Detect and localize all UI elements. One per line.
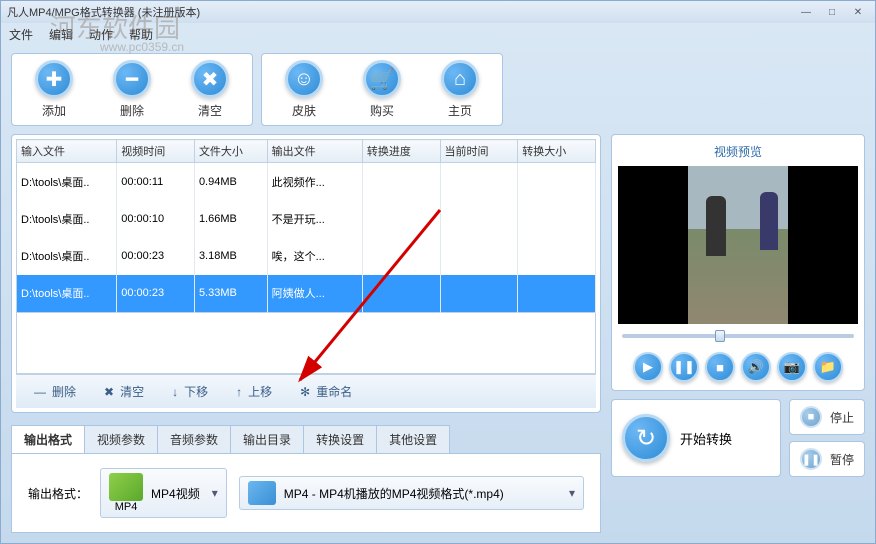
window-title: 凡人MP4/MPG格式转换器 (未注册版本) bbox=[7, 4, 795, 20]
video-preview[interactable] bbox=[618, 166, 858, 324]
tab-2[interactable]: 音频参数 bbox=[157, 425, 231, 453]
x-icon: ✖ bbox=[191, 60, 229, 98]
stop-icon: ■ bbox=[800, 406, 822, 428]
play-button[interactable]: ▶ bbox=[633, 352, 663, 382]
open-button[interactable]: 📁 bbox=[813, 352, 843, 382]
menu-action[interactable]: 动作 bbox=[89, 26, 113, 43]
rename-icon: ✻ bbox=[300, 385, 310, 399]
format-desc-button[interactable]: MP4 - MP4机播放的MP4视频格式(*.mp4) ▾ bbox=[239, 476, 584, 510]
delete-button[interactable]: ━ 删除 bbox=[96, 60, 168, 119]
smile-icon: ☺ bbox=[285, 60, 323, 98]
col-header[interactable]: 转换进度 bbox=[362, 140, 440, 163]
format-select-button[interactable]: MP4 MP4视频 ▾ bbox=[100, 468, 227, 518]
convert-icon: ↻ bbox=[636, 424, 656, 453]
chevron-down-icon: ▾ bbox=[212, 486, 218, 500]
chevron-down-icon: ▾ bbox=[569, 486, 575, 500]
table-row[interactable]: D:\tools\桌面..00:00:233.18MB唉，这个... bbox=[17, 237, 596, 274]
x-icon: ✖ bbox=[104, 385, 114, 399]
output-format-label: 输出格式： bbox=[28, 485, 88, 502]
preview-title: 视频预览 bbox=[618, 141, 858, 166]
arrow-down-icon: ↓ bbox=[172, 385, 178, 399]
tab-5[interactable]: 其他设置 bbox=[376, 425, 450, 453]
pause-icon: ❚❚ bbox=[800, 448, 822, 470]
stop-button[interactable]: ■ bbox=[705, 352, 735, 382]
footer-rename[interactable]: ✻重命名 bbox=[300, 383, 352, 400]
skin-button[interactable]: ☺ 皮肤 bbox=[268, 60, 340, 119]
close-button[interactable]: ✕ bbox=[847, 4, 869, 20]
clear-button[interactable]: ✖ 清空 bbox=[174, 60, 246, 119]
footer-down[interactable]: ↓下移 bbox=[172, 383, 208, 400]
start-convert-label: 开始转换 bbox=[680, 429, 732, 448]
snapshot-button[interactable]: 📷 bbox=[777, 352, 807, 382]
mp4-icon bbox=[109, 473, 143, 501]
pause-convert-button[interactable]: ❚❚ 暂停 bbox=[789, 441, 865, 477]
col-header[interactable]: 转换大小 bbox=[518, 140, 596, 163]
tab-4[interactable]: 转换设置 bbox=[303, 425, 377, 453]
minimize-button[interactable]: — bbox=[795, 4, 817, 20]
table-row[interactable]: D:\tools\桌面..00:00:110.94MB此视频作... bbox=[17, 163, 596, 201]
add-button[interactable]: ✚ 添加 bbox=[18, 60, 90, 119]
col-header[interactable]: 当前时间 bbox=[440, 140, 518, 163]
volume-button[interactable]: 🔊 bbox=[741, 352, 771, 382]
home-button[interactable]: ⌂ 主页 bbox=[424, 60, 496, 119]
menu-file[interactable]: 文件 bbox=[9, 26, 33, 43]
col-header[interactable]: 文件大小 bbox=[194, 140, 267, 163]
col-header[interactable]: 输出文件 bbox=[267, 140, 362, 163]
menu-help[interactable]: 帮助 bbox=[129, 26, 153, 43]
start-convert-button[interactable]: ↻ bbox=[622, 414, 670, 462]
footer-clear[interactable]: ✖清空 bbox=[104, 383, 144, 400]
tab-0[interactable]: 输出格式 bbox=[11, 425, 85, 453]
mp4-file-icon bbox=[248, 481, 276, 505]
col-header[interactable]: 视频时间 bbox=[117, 140, 195, 163]
footer-delete[interactable]: —删除 bbox=[34, 383, 76, 400]
minus-icon: — bbox=[34, 385, 46, 399]
tab-1[interactable]: 视频参数 bbox=[84, 425, 158, 453]
pause-button[interactable]: ❚❚ bbox=[669, 352, 699, 382]
menu-edit[interactable]: 编辑 bbox=[49, 26, 73, 43]
maximize-button[interactable]: □ bbox=[821, 4, 843, 20]
cart-icon: 🛒 bbox=[363, 60, 401, 98]
footer-up[interactable]: ↑上移 bbox=[236, 383, 272, 400]
buy-button[interactable]: 🛒 购买 bbox=[346, 60, 418, 119]
stop-convert-button[interactable]: ■ 停止 bbox=[789, 399, 865, 435]
home-icon: ⌂ bbox=[441, 60, 479, 98]
seek-slider[interactable] bbox=[622, 334, 854, 338]
tab-3[interactable]: 输出目录 bbox=[230, 425, 304, 453]
minus-icon: ━ bbox=[113, 60, 151, 98]
arrow-up-icon: ↑ bbox=[236, 385, 242, 399]
table-row[interactable]: D:\tools\桌面..00:00:101.66MB不是开玩... bbox=[17, 200, 596, 237]
file-table[interactable]: 输入文件视频时间文件大小输出文件转换进度当前时间转换大小 D:\tools\桌面… bbox=[16, 139, 596, 313]
plus-icon: ✚ bbox=[35, 60, 73, 98]
table-row[interactable]: D:\tools\桌面..00:00:235.33MB阿姨做人... bbox=[17, 275, 596, 313]
col-header[interactable]: 输入文件 bbox=[17, 140, 117, 163]
